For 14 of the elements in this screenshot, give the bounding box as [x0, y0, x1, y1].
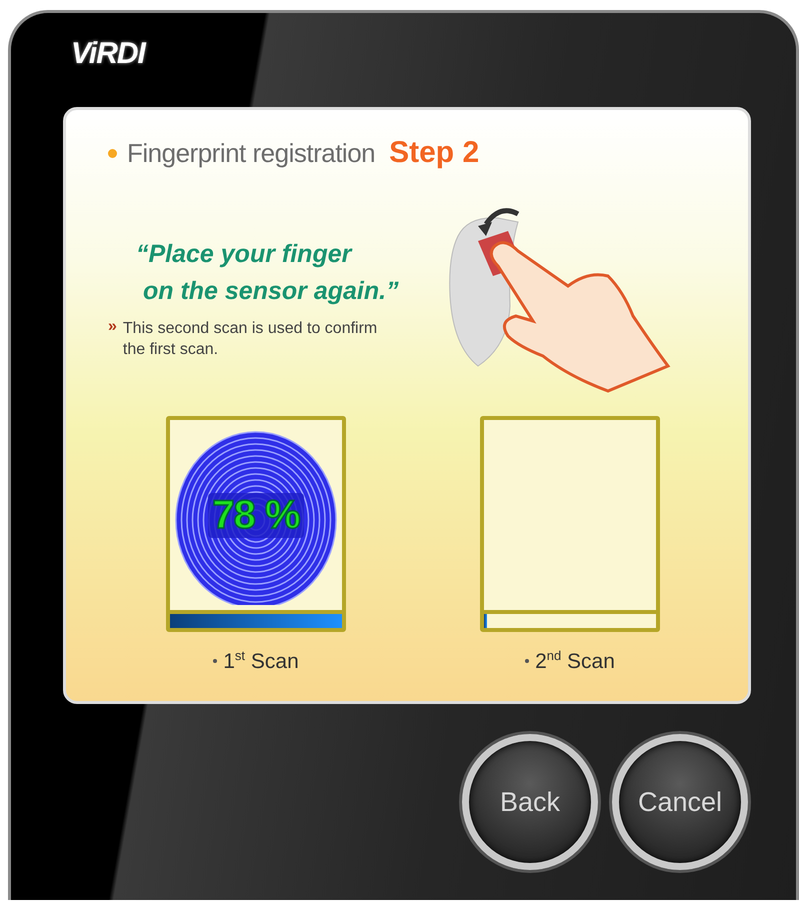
- cancel-button[interactable]: Cancel: [612, 734, 748, 870]
- marker-icon: »: [108, 318, 117, 360]
- brand-logo: ViRDI: [71, 37, 145, 72]
- step-label: Step 2: [389, 136, 480, 170]
- quality-percent: 78 %: [208, 492, 304, 538]
- scan-label: 1$^{st}$ Scan: [223, 648, 299, 674]
- bullet-icon: [213, 659, 218, 663]
- note-text: This second scan is used to confirm the first scan.: [122, 319, 378, 360]
- panel-title: Fingerprint registration: [127, 138, 376, 168]
- scan-label: 2$^{nd}$ Scan: [535, 648, 615, 674]
- bullet-icon: [525, 659, 530, 663]
- instruction-text: “Place your finger on the sensor again.”: [136, 239, 400, 307]
- back-button[interactable]: Back: [462, 734, 598, 870]
- bullet-icon: [108, 148, 117, 158]
